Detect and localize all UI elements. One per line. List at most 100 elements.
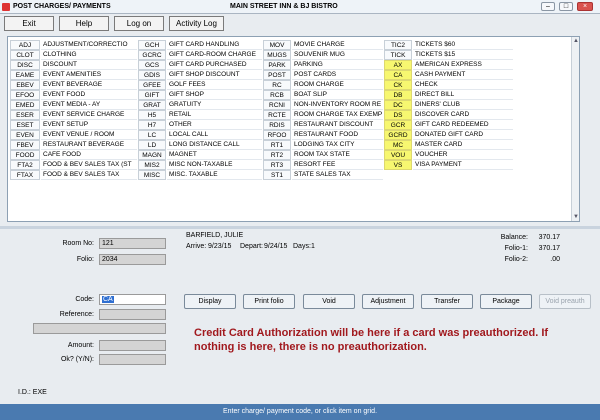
display-button[interactable]: Display	[184, 294, 236, 309]
grid-desc-rcb[interactable]: BOAT SLIP	[292, 90, 383, 100]
grid-code-lc[interactable]: LC	[138, 130, 166, 140]
grid-code-rdis[interactable]: RDIS	[263, 120, 291, 130]
grid-code-efoo[interactable]: EFOO	[10, 90, 40, 100]
grid-desc-ax[interactable]: AMERICAN EXPRESS	[413, 60, 513, 70]
grid-code-ds[interactable]: DS	[384, 110, 412, 120]
grid-desc-eser[interactable]: EVENT SERVICE CHARGE	[41, 110, 137, 120]
grid-code-eser[interactable]: ESER	[10, 110, 40, 120]
grid-desc-gcr[interactable]: GIFT CARD REDEEMED	[413, 120, 513, 130]
grid-code-rcb[interactable]: RCB	[263, 90, 291, 100]
grid-desc-h5[interactable]: RETAIL	[167, 110, 262, 120]
grid-desc-ca[interactable]: CASH PAYMENT	[413, 70, 513, 80]
close-icon[interactable]: ×	[577, 2, 593, 11]
grid-desc-mc[interactable]: MASTER CARD	[413, 140, 513, 150]
grid-desc-rfoo[interactable]: RESTAURANT FOOD	[292, 130, 383, 140]
activity-log-button[interactable]: Activity Log	[169, 16, 224, 31]
grid-code-rcte[interactable]: RCTE	[263, 110, 291, 120]
reference-extra-input[interactable]	[33, 323, 166, 334]
grid-desc-gch[interactable]: GIFT CARD HANDLING	[167, 40, 262, 50]
grid-code-gift[interactable]: GIFT	[138, 90, 166, 100]
grid-desc-rt1[interactable]: LODGING TAX CITY	[292, 140, 383, 150]
logon-button[interactable]: Log on	[114, 16, 164, 31]
grid-code-mugs[interactable]: MUGS	[263, 50, 291, 60]
grid-code-eame[interactable]: EAME	[10, 70, 40, 80]
grid-desc-ds[interactable]: DISCOVER CARD	[413, 110, 513, 120]
grid-code-ax[interactable]: AX	[384, 60, 412, 70]
grid-code-food[interactable]: FOOD	[10, 150, 40, 160]
grid-code-vs[interactable]: VS	[384, 160, 412, 170]
grid-desc-rt3[interactable]: RESORT FEE	[292, 160, 383, 170]
grid-desc-mugs[interactable]: SOUVENIR MUG	[292, 50, 383, 60]
reference-input[interactable]	[99, 309, 166, 320]
grid-desc-db[interactable]: DIRECT BILL	[413, 90, 513, 100]
grid-desc-post[interactable]: POST CARDS	[292, 70, 383, 80]
grid-desc-vou[interactable]: VOUCHER	[413, 150, 513, 160]
transfer-button[interactable]: Transfer	[421, 294, 473, 309]
grid-desc-adj[interactable]: ADJUSTMENT/CORRECTIO	[41, 40, 137, 50]
grid-code-eset[interactable]: ESET	[10, 120, 40, 130]
grid-code-st1[interactable]: ST1	[263, 170, 291, 180]
grid-code-gdis[interactable]: GDIS	[138, 70, 166, 80]
grid-code-gcrd[interactable]: GCRD	[384, 130, 412, 140]
grid-code-clot[interactable]: CLOT	[10, 50, 40, 60]
grid-code-emed[interactable]: EMED	[10, 100, 40, 110]
grid-desc-vs[interactable]: VISA PAYMENT	[413, 160, 513, 170]
grid-code-rt3[interactable]: RT3	[263, 160, 291, 170]
grid-code-rfoo[interactable]: RFOO	[263, 130, 291, 140]
grid-desc-gfee[interactable]: GOLF FEES	[167, 80, 262, 90]
print-folio-button[interactable]: Print folio	[243, 294, 295, 309]
grid-desc-gcrc[interactable]: GIFT CARD-ROOM CHARGE	[167, 50, 262, 60]
grid-desc-mis2[interactable]: MISC NON-TAXABLE	[167, 160, 262, 170]
grid-desc-emed[interactable]: EVENT MEDIA - AY	[41, 100, 137, 110]
grid-desc-park[interactable]: PARKING	[292, 60, 383, 70]
grid-code-rt2[interactable]: RT2	[263, 150, 291, 160]
grid-code-rt1[interactable]: RT1	[263, 140, 291, 150]
grid-code-even[interactable]: EVEN	[10, 130, 40, 140]
grid-desc-magn[interactable]: MAGNET	[167, 150, 262, 160]
grid-desc-rt2[interactable]: ROOM TAX STATE	[292, 150, 383, 160]
grid-code-fbev[interactable]: FBEV	[10, 140, 40, 150]
grid-code-h7[interactable]: H7	[138, 120, 166, 130]
package-button[interactable]: Package	[480, 294, 532, 309]
grid-code-ca[interactable]: CA	[384, 70, 412, 80]
grid-desc-fbev[interactable]: RESTAURANT BEVERAGE	[41, 140, 137, 150]
grid-desc-rcni[interactable]: NON-INVENTORY ROOM RE	[292, 100, 383, 110]
grid-desc-tick[interactable]: TICKETS $15	[413, 50, 513, 60]
grid-desc-ld[interactable]: LONG DISTANCE CALL	[167, 140, 262, 150]
grid-code-tick[interactable]: TICK	[384, 50, 412, 60]
grid-desc-clot[interactable]: CLOTHING	[41, 50, 137, 60]
grid-code-adj[interactable]: ADJ	[10, 40, 40, 50]
grid-desc-mov[interactable]: MOVIE CHARGE	[292, 40, 383, 50]
void-button[interactable]: Void	[303, 294, 355, 309]
grid-desc-ftax[interactable]: FOOD & BEV SALES TAX	[41, 170, 137, 180]
adjustment-button[interactable]: Adjustment	[362, 294, 414, 309]
grid-desc-even[interactable]: EVENT VENUE / ROOM	[41, 130, 137, 140]
grid-desc-fta2[interactable]: FOOD & BEV SALES TAX (ST	[41, 160, 137, 170]
grid-code-ebev[interactable]: EBEV	[10, 80, 40, 90]
grid-desc-rc[interactable]: ROOM CHARGE	[292, 80, 383, 90]
grid-desc-gdis[interactable]: GIFT SHOP DISCOUNT	[167, 70, 262, 80]
grid-code-mov[interactable]: MOV	[263, 40, 291, 50]
grid-code-gch[interactable]: GCH	[138, 40, 166, 50]
grid-code-mc[interactable]: MC	[384, 140, 412, 150]
grid-desc-gcrd[interactable]: DONATED GIFT CARD	[413, 130, 513, 140]
grid-desc-h7[interactable]: OTHER	[167, 120, 262, 130]
grid-desc-grat[interactable]: GRATUITY	[167, 100, 262, 110]
amount-input[interactable]	[99, 340, 166, 351]
ok-input[interactable]	[99, 354, 166, 365]
grid-desc-disc[interactable]: DISCOUNT	[41, 60, 137, 70]
grid-code-gcr[interactable]: GCR	[384, 120, 412, 130]
exit-button[interactable]: Exit	[4, 16, 54, 31]
grid-code-gcs[interactable]: GCS	[138, 60, 166, 70]
help-button[interactable]: Help	[59, 16, 109, 31]
grid-desc-rdis[interactable]: RESTAURANT DISCOUNT	[292, 120, 383, 130]
minimize-icon[interactable]: –	[541, 2, 555, 11]
grid-code-disc[interactable]: DISC	[10, 60, 40, 70]
grid-code-db[interactable]: DB	[384, 90, 412, 100]
grid-desc-tic2[interactable]: TICKETS $60	[413, 40, 513, 50]
grid-code-mis2[interactable]: MIS2	[138, 160, 166, 170]
grid-code-fta2[interactable]: FTA2	[10, 160, 40, 170]
code-grid[interactable]: ▲ ▼ ADJ ADJUSTMENT/CORRECTIO CLOT CLOTHING D…	[7, 36, 580, 222]
grid-desc-lc[interactable]: LOCAL CALL	[167, 130, 262, 140]
grid-code-gcrc[interactable]: GCRC	[138, 50, 166, 60]
